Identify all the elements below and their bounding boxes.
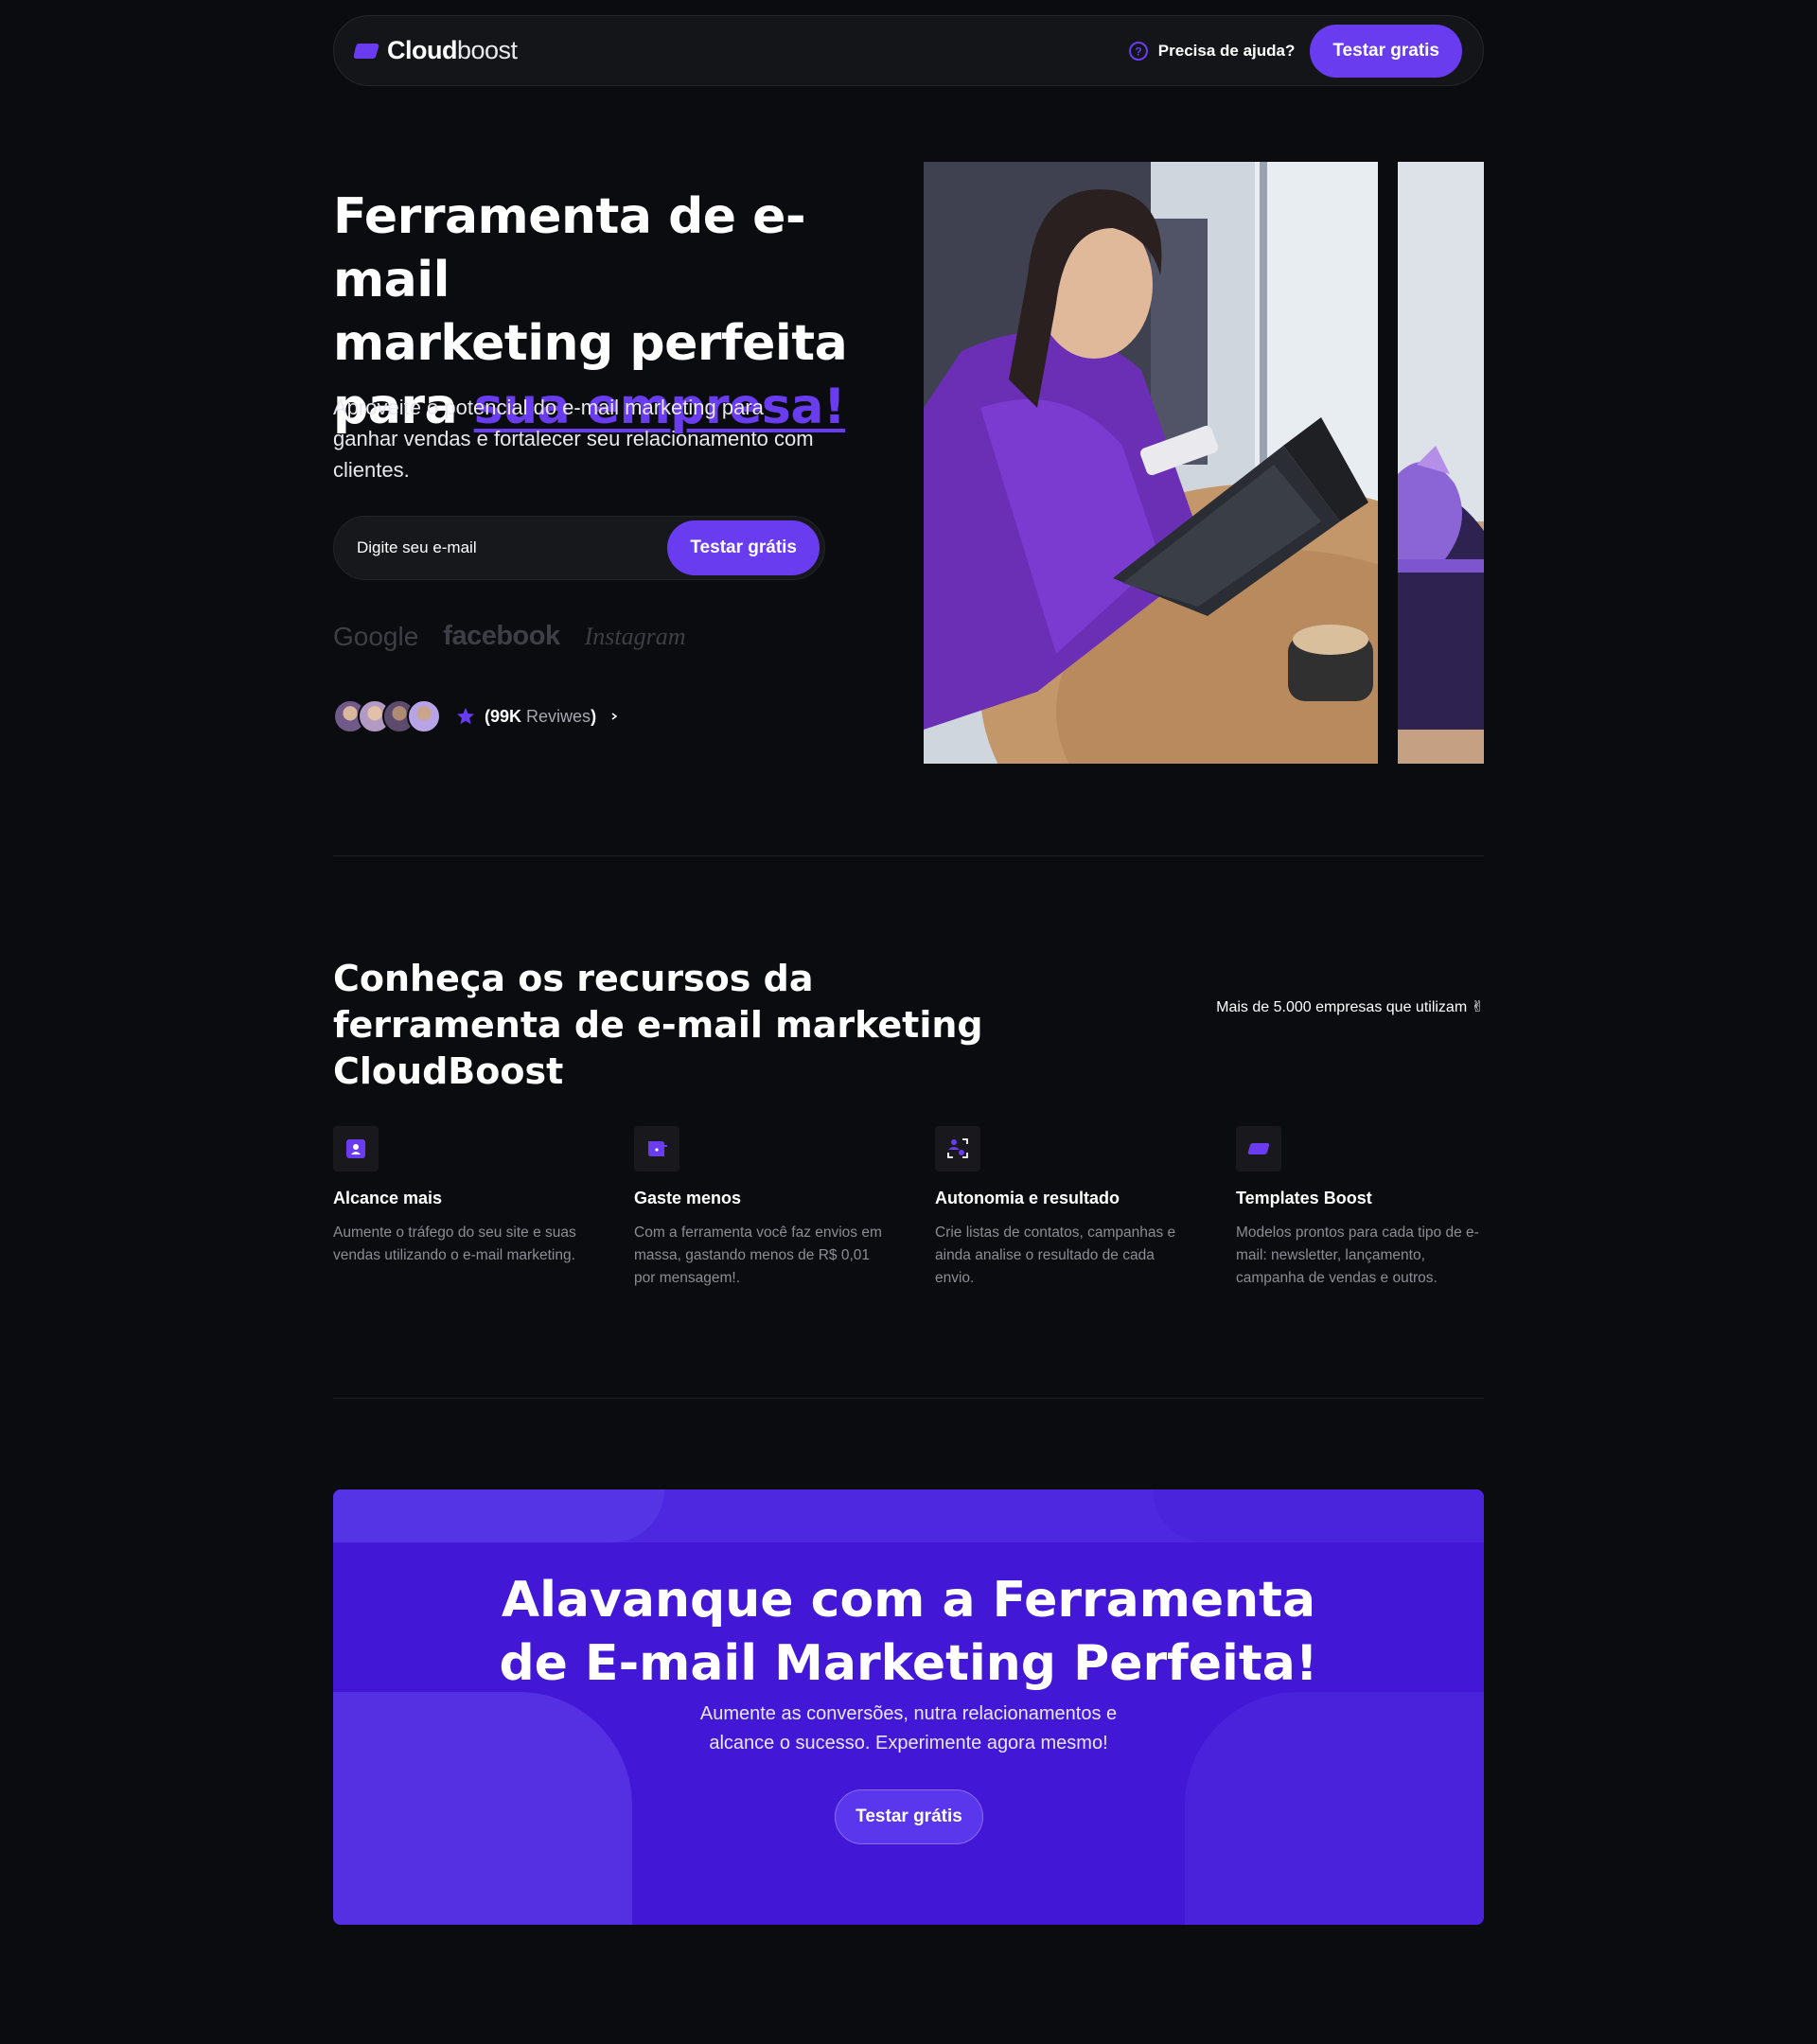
feature-title: Templates Boost <box>1236 1189 1372 1207</box>
feature-title: Gaste menos <box>634 1189 742 1207</box>
feature-text: Modelos prontos para cada tipo de e-mail… <box>1236 1225 1479 1286</box>
user-badge-icon <box>333 1126 379 1172</box>
reviews-summary[interactable]: (99K Reviwes) <box>333 699 619 733</box>
top-navbar: Cloudboost ? Precisa de ajuda? Testar gr… <box>333 15 1484 86</box>
help-link[interactable]: ? Precisa de ajuda? <box>1128 41 1296 62</box>
woman-with-laptop-illustration <box>924 162 1378 764</box>
cloud-shape-icon <box>1236 1126 1281 1172</box>
star-icon <box>457 708 474 725</box>
google-logo: Google <box>333 621 419 651</box>
brand-logos: Google facebook Instagram <box>333 621 686 652</box>
section-divider <box>333 1398 1484 1399</box>
avatar <box>407 699 441 733</box>
cta-subtitle: Aumente as conversões, nutra relacioname… <box>699 1703 1118 1753</box>
wallet-icon <box>634 1126 679 1172</box>
help-label: Precisa de ajuda? <box>1157 41 1296 60</box>
facebook-logo: facebook <box>443 621 560 651</box>
features-grid: Alcance mais Aumente o tráfego do seu si… <box>333 1126 1484 1290</box>
hero-try-free-button[interactable]: Testar grátis <box>667 520 820 575</box>
svg-text:?: ? <box>1135 44 1141 58</box>
instagram-logo: Instagram <box>584 622 686 650</box>
feature-text: Com a ferramenta você faz envios em mass… <box>634 1225 882 1286</box>
companies-count-note: Mais de 5.000 empresas que utilizam ✌ <box>1216 999 1484 1015</box>
help-circle-icon: ? <box>1128 41 1148 61</box>
feature-card: Alcance mais Aumente o tráfego do seu si… <box>333 1126 581 1290</box>
reviewer-avatars <box>333 699 441 733</box>
feature-text: Aumente o tráfego do seu site e suas ven… <box>333 1225 576 1263</box>
feature-title: Alcance mais <box>333 1189 443 1207</box>
feature-card: Autonomia e resultado Crie listas de con… <box>935 1126 1183 1290</box>
feature-card: Templates Boost Modelos prontos para cad… <box>1236 1126 1484 1290</box>
cta-title: Alavanque com a Ferramenta de E-mail Mark… <box>499 1572 1318 1692</box>
email-signup-form: Testar grátis <box>333 516 825 580</box>
feature-card: Gaste menos Com a ferramenta você faz en… <box>634 1126 882 1290</box>
email-input[interactable] <box>357 538 668 557</box>
gift-box-illustration <box>1398 162 1484 764</box>
cta-decoration <box>333 1489 664 1542</box>
hero-photo-gift-box <box>1398 162 1484 764</box>
nav-try-free-button[interactable]: Testar gratis <box>1310 24 1462 78</box>
section-divider <box>333 855 1484 856</box>
cloudboost-logo-icon <box>353 43 379 59</box>
cta-decoration <box>1153 1489 1484 1542</box>
feature-title: Autonomia e resultado <box>935 1189 1120 1207</box>
hero-photo-woman-laptop <box>924 162 1378 764</box>
user-scan-icon <box>935 1126 980 1172</box>
features-title: Conheça os recursos da ferramenta de e-m… <box>333 958 983 1092</box>
hero-subtitle: Aproveite o potencial do e-mail marketin… <box>333 396 814 482</box>
feature-text: Crie listas de contatos, campanhas e ain… <box>935 1225 1176 1286</box>
logo-text: Cloudboost <box>387 36 518 64</box>
cta-try-free-button[interactable]: Testar grátis <box>835 1789 983 1844</box>
cta-banner: Alavanque com a Ferramenta de E-mail Mark… <box>333 1489 1484 1925</box>
chevron-right-icon <box>611 713 618 720</box>
logo[interactable]: Cloudboost <box>353 36 518 65</box>
reviews-text: (99K Reviwes) <box>485 706 597 726</box>
